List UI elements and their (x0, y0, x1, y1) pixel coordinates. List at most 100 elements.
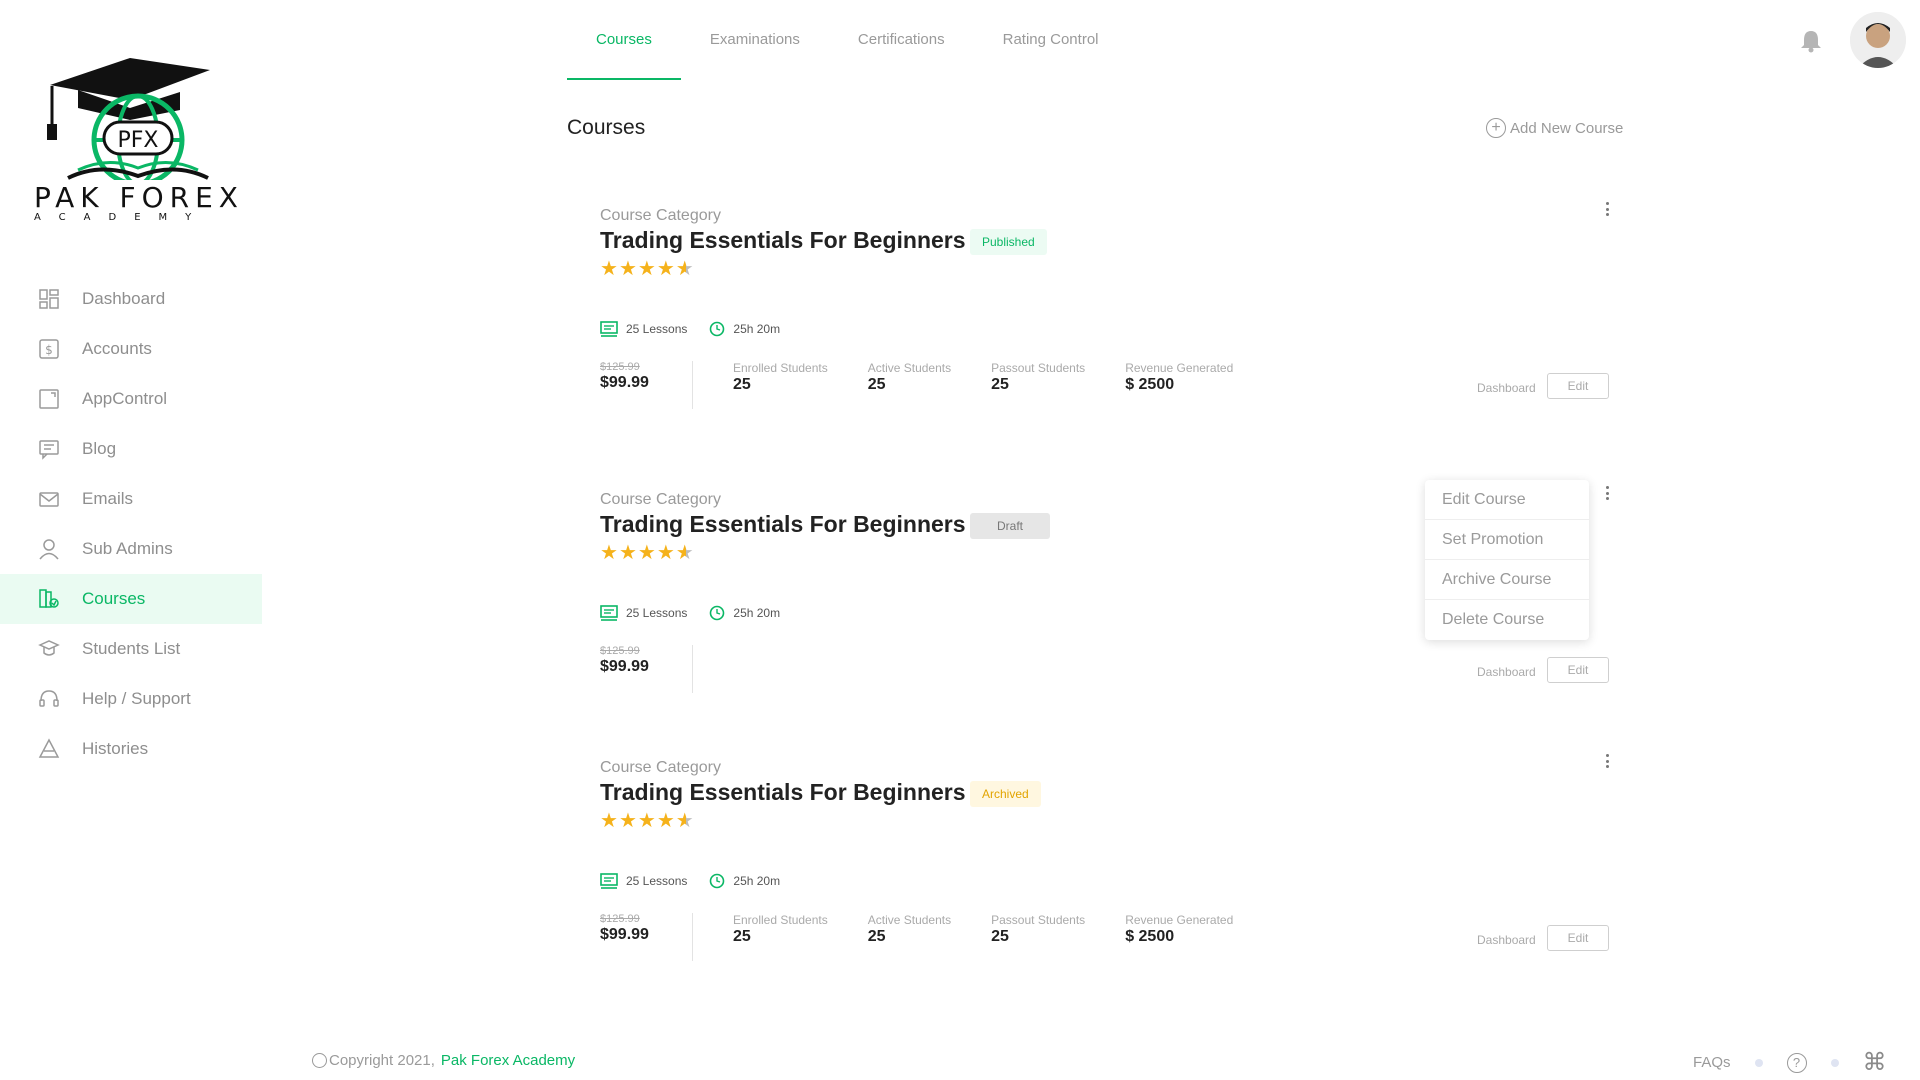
menu-item-archive-course[interactable]: Archive Course (1425, 560, 1589, 600)
more-options-icon[interactable] (1602, 751, 1612, 771)
courses-icon (38, 588, 60, 610)
current-price: $99.99 (600, 926, 649, 943)
course-meta: 25 Lessons 25h 20m (600, 873, 802, 889)
divider (692, 361, 693, 409)
sidebar-item-label: AppControl (82, 389, 168, 408)
sidebar-item-students-list[interactable]: Students List (0, 624, 262, 674)
status-badge: Published (970, 229, 1047, 255)
menu-item-delete-course[interactable]: Delete Course (1425, 600, 1589, 640)
course-title: Trading Essentials For Beginners (600, 227, 966, 253)
app-control-icon (38, 388, 60, 410)
logo-subtext: ACADEMY (34, 212, 210, 223)
stat-enrolled: Enrolled Students 25 (733, 361, 828, 394)
sidebar-item-histories[interactable]: Histories (0, 724, 262, 774)
course-stats: $125.99 $99.99 Enrolled Students 25 Activ… (600, 913, 1273, 961)
course-meta: 25 Lessons 25h 20m (600, 321, 802, 337)
copyright-icon (312, 1053, 327, 1068)
current-price: $99.99 (600, 658, 649, 675)
question-icon[interactable]: ? (1786, 1052, 1807, 1073)
dashboard-icon (38, 288, 60, 310)
divider (692, 645, 693, 693)
dashboard-link[interactable]: Dashboard (1477, 665, 1536, 679)
stat-label: Revenue Generated (1125, 361, 1234, 375)
stat-enrolled: Enrolled Students 25 (733, 913, 828, 946)
course-category: Course Category (600, 759, 721, 776)
svg-text:$: $ (45, 343, 53, 357)
course-card: Course Category Trading Essentials For B… (600, 754, 1620, 979)
stat-label: Enrolled Students (733, 361, 828, 375)
edit-button[interactable]: Edit (1547, 657, 1609, 683)
command-icon[interactable]: ⌘ (1863, 1048, 1887, 1077)
stat-active: Active Students 25 (868, 361, 951, 394)
dashboard-link[interactable]: Dashboard (1477, 381, 1536, 395)
tab-certifications[interactable]: Certifications (829, 0, 974, 80)
separator-dot (1830, 1058, 1839, 1067)
star-icon: ★ (618, 810, 637, 832)
menu-item-set-promotion[interactable]: Set Promotion (1425, 520, 1589, 560)
logo-text: PAK FOREX (34, 181, 244, 214)
sidebar-item-label: Students List (82, 639, 181, 658)
sidebar-item-label: Courses (82, 589, 146, 608)
stat-value: $ 2500 (1125, 928, 1175, 945)
course-card: Course Category Trading Essentials For B… (600, 202, 1620, 427)
current-price: $99.99 (600, 374, 649, 391)
sidebar: PFX PAK FOREX ACADEMY Dashboard $ Accoun… (0, 0, 262, 1080)
sidebar-item-blog[interactable]: Blog (0, 424, 262, 474)
plus-circle-icon: + (1486, 118, 1506, 138)
sidebar-item-accounts[interactable]: $ Accounts (0, 324, 262, 374)
dashboard-link[interactable]: Dashboard (1477, 933, 1536, 947)
sidebar-item-help-support[interactable]: Help / Support (0, 674, 262, 724)
stat-revenue: Revenue Generated $ 2500 (1125, 913, 1233, 946)
more-options-icon[interactable] (1602, 483, 1612, 503)
status-badge: Archived (970, 781, 1041, 807)
course-duration: 25h 20m (733, 606, 781, 620)
stat-passout: Passout Students 25 (991, 913, 1085, 946)
tab-examinations[interactable]: Examinations (681, 0, 829, 80)
sidebar-item-dashboard[interactable]: Dashboard (0, 274, 262, 324)
course-title: Trading Essentials For Beginners (600, 511, 966, 537)
email-icon (38, 488, 60, 510)
star-icon: ★ (618, 258, 637, 280)
course-duration: 25h 20m (733, 322, 781, 336)
clock-icon (710, 321, 725, 337)
sidebar-item-label: Help / Support (82, 689, 191, 708)
footer-links: FAQs ? ⌘ (1693, 1048, 1887, 1077)
edit-button[interactable]: Edit (1547, 925, 1609, 951)
lessons-count: 25 Lessons (626, 874, 688, 888)
price-block: $125.99 $99.99 (600, 361, 692, 392)
sidebar-nav: Dashboard $ Accounts AppControl Blog Ema… (0, 274, 262, 774)
old-price: $125.99 (600, 913, 640, 925)
sidebar-item-emails[interactable]: Emails (0, 474, 262, 524)
star-icon: ★ (600, 810, 618, 832)
star-icon: ★ (637, 258, 656, 280)
sidebar-item-courses[interactable]: Courses (0, 574, 262, 624)
logo-badge: PFX (118, 128, 159, 153)
footer-brand-link[interactable]: Pak Forex Academy (441, 1052, 575, 1069)
stat-value: 25 (991, 376, 1009, 393)
menu-item-edit-course[interactable]: Edit Course (1425, 480, 1589, 520)
bell-icon[interactable] (1798, 28, 1824, 54)
status-badge: Draft (970, 513, 1050, 539)
tab-courses[interactable]: Courses (567, 0, 681, 80)
clock-icon (710, 873, 725, 889)
sidebar-item-appcontrol[interactable]: AppControl (0, 374, 262, 424)
stat-label: Passout Students (991, 913, 1086, 927)
stat-label: Active Students (867, 913, 952, 927)
sidebar-item-sub-admins[interactable]: Sub Admins (0, 524, 262, 574)
faqs-link[interactable]: FAQs (1693, 1054, 1731, 1071)
course-duration: 25h 20m (733, 874, 781, 888)
half-star-icon: ★ (675, 810, 694, 832)
avatar[interactable] (1850, 12, 1906, 68)
rating-stars: ★ ★ ★ ★ ★ (600, 543, 695, 563)
edit-button[interactable]: Edit (1547, 373, 1609, 399)
lessons-count: 25 Lessons (626, 606, 688, 620)
tab-rating-control[interactable]: Rating Control (974, 0, 1128, 80)
half-star-icon: ★ (675, 258, 694, 280)
student-icon (38, 638, 60, 660)
course-meta: 25 Lessons 25h 20m (600, 605, 802, 621)
price-block: $125.99 $99.99 (600, 645, 692, 676)
more-options-icon[interactable] (1602, 199, 1612, 219)
support-icon (38, 688, 60, 710)
add-new-course-button[interactable]: + Add New Course (1486, 118, 1623, 138)
sidebar-item-label: Emails (82, 489, 134, 508)
